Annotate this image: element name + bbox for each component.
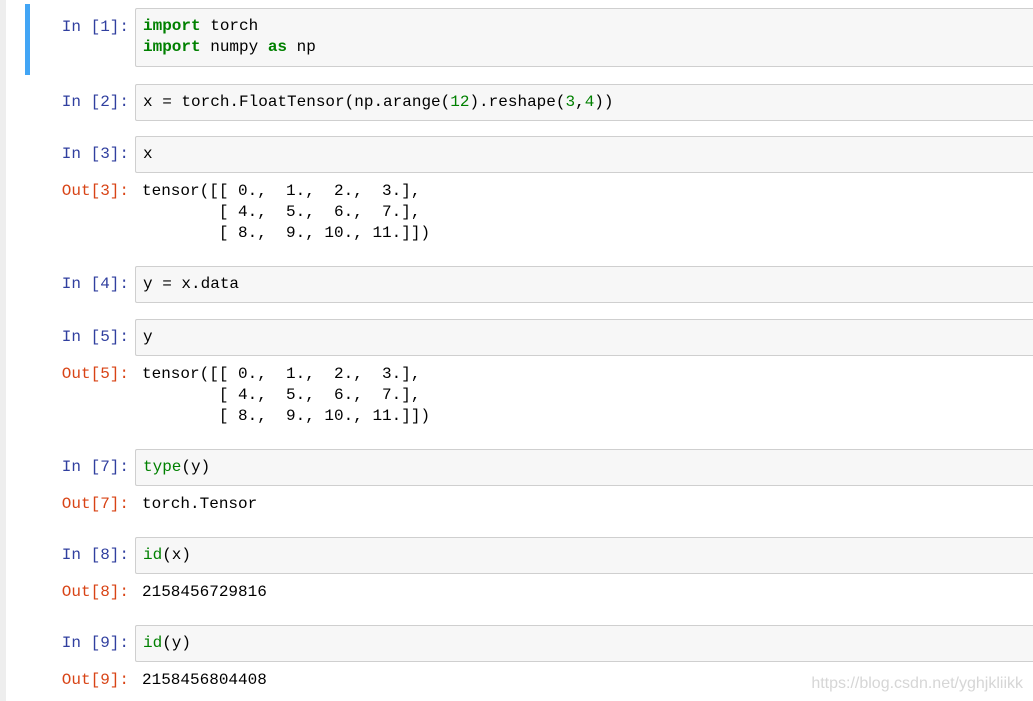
cell-output: 2158456729816 [142, 583, 267, 601]
watermark: https://blog.csdn.net/yghjkliikk [811, 675, 1023, 692]
code-input[interactable]: y [135, 319, 1033, 356]
input-prompt: In [8]: [61, 546, 129, 564]
code-line: import numpy as np [143, 38, 316, 56]
input-prompt: In [7]: [61, 458, 129, 476]
code-line: id(x) [143, 546, 192, 564]
output-prompt: Out[9]: [61, 671, 129, 689]
code-line: type(y) [143, 458, 211, 476]
input-prompt: In [2]: [61, 93, 129, 111]
output-prompt: Out[5]: [61, 365, 129, 383]
notebook-cell-8[interactable]: In [8]: id(x) Out[8]: 2158456729816 [25, 537, 1033, 607]
code-line: x [143, 145, 153, 163]
code-line: y = x.data [143, 275, 240, 293]
cell-output: tensor([[ 0., 1., 2., 3.], [ 4., 5., 6.,… [142, 365, 431, 425]
input-prompt: In [4]: [61, 275, 129, 293]
code-input[interactable]: id(y) [135, 625, 1033, 662]
input-prompt: In [1]: [61, 18, 129, 36]
code-line: import torch [143, 17, 259, 35]
input-prompt: In [3]: [61, 145, 129, 163]
code-input[interactable]: x = torch.FloatTensor(np.arange(12).resh… [135, 84, 1033, 121]
notebook-cell-4[interactable]: In [4]: y = x.data [25, 266, 1033, 306]
cell-output: torch.Tensor [142, 495, 258, 513]
code-input[interactable]: x [135, 136, 1033, 173]
notebook-cell-5[interactable]: In [5]: y Out[5]: tensor([[ 0., 1., 2., … [25, 319, 1033, 429]
code-input[interactable]: import torch import numpy as np [135, 8, 1033, 67]
output-prompt: Out[8]: [61, 583, 129, 601]
code-line: y [143, 328, 153, 346]
cell-output: 2158456804408 [142, 671, 267, 689]
output-prompt: Out[7]: [61, 495, 129, 513]
input-prompt: In [9]: [61, 634, 129, 652]
notebook-cell-7[interactable]: In [7]: type(y) Out[7]: torch.Tensor [25, 449, 1033, 519]
code-input[interactable]: id(x) [135, 537, 1033, 574]
input-prompt: In [5]: [61, 328, 129, 346]
code-input[interactable]: y = x.data [135, 266, 1033, 303]
output-prompt: Out[3]: [61, 182, 129, 200]
code-line: id(y) [143, 634, 192, 652]
notebook-cell-1[interactable]: In [1]: import torch import numpy as np [25, 4, 1033, 75]
left-margin-strip [0, 0, 6, 701]
code-input[interactable]: type(y) [135, 449, 1033, 486]
notebook-cell-3[interactable]: In [3]: x Out[3]: tensor([[ 0., 1., 2., … [25, 136, 1033, 246]
code-line: x = torch.FloatTensor(np.arange(12).resh… [143, 93, 614, 111]
notebook-cell-2[interactable]: In [2]: x = torch.FloatTensor(np.arange(… [25, 84, 1033, 124]
cell-output: tensor([[ 0., 1., 2., 3.], [ 4., 5., 6.,… [142, 182, 431, 242]
